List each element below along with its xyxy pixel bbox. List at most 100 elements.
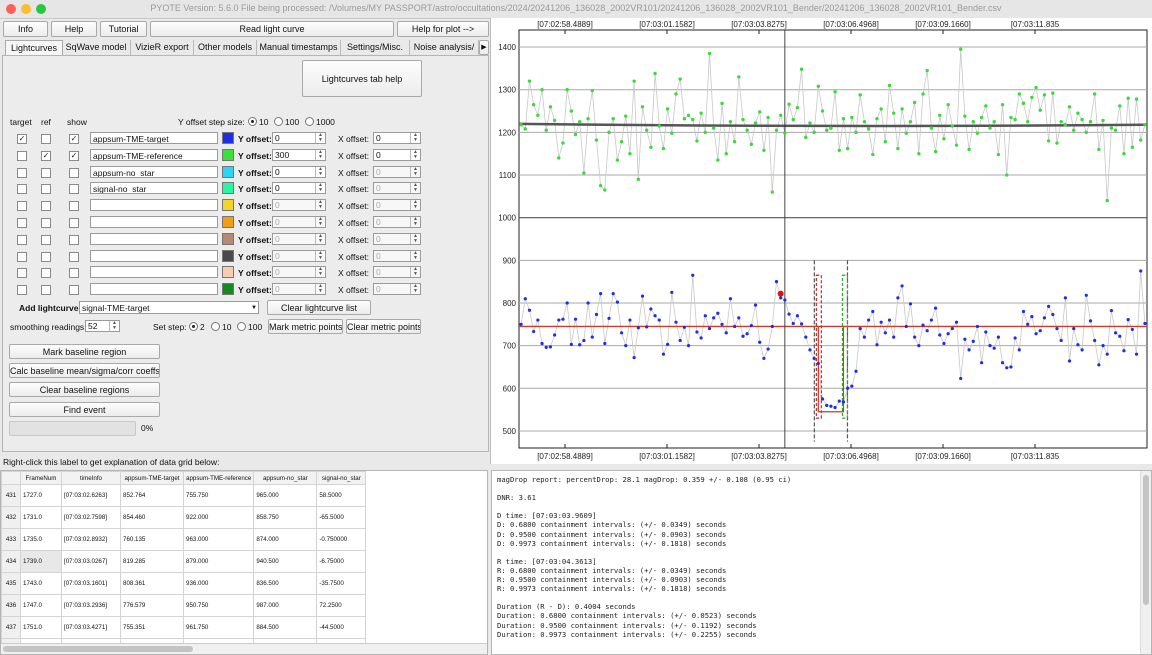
plot-canvas[interactable]: 500 600 700 800 900 1000 1100 1200 1300 1400 [07:0… <box>491 18 1152 464</box>
lightcurve-name-field[interactable]: appsum-no_star <box>90 165 218 178</box>
lightcurves-tab-help-button[interactable]: Lightcurves tab help <box>302 60 422 97</box>
color-swatch[interactable] <box>222 165 234 178</box>
table-row[interactable]: 431 1727.0 [07:03:02.6263] 852.764 755.750 96… <box>1 484 367 507</box>
show-checkbox[interactable] <box>69 285 79 296</box>
stepper-arrows-icon[interactable]: ▲ ▼ <box>315 200 325 211</box>
ref-checkbox[interactable] <box>41 201 51 212</box>
stepper-arrows-icon[interactable]: ▲ ▼ <box>410 183 420 194</box>
stepper-arrows-icon[interactable]: ▲ ▼ <box>410 267 420 278</box>
row-number[interactable]: 436 <box>1 594 21 617</box>
ref-checkbox[interactable] <box>41 184 51 195</box>
table-row[interactable]: 437 1751.0 [07:03:03.4271] 755.351 961.750 88… <box>1 616 367 639</box>
stepper-arrows-icon[interactable]: ▲ ▼ <box>315 217 325 227</box>
ref-checkbox[interactable] <box>41 167 51 178</box>
show-checkbox[interactable] <box>69 251 79 262</box>
show-checkbox[interactable] <box>69 184 79 195</box>
grid-column-header[interactable]: signal-no_star <box>316 471 367 485</box>
show-checkbox[interactable]: ✓ <box>69 150 79 161</box>
y-offset-stepper[interactable]: 0 ▲ ▼ <box>272 132 326 144</box>
stepper-arrows-icon[interactable]: ▲ ▼ <box>315 267 325 278</box>
mark-metric-points-button[interactable]: Mark metric points <box>268 319 343 334</box>
color-swatch[interactable] <box>222 249 234 262</box>
tab-sqwave-model[interactable]: SqWave model <box>62 40 131 55</box>
y-offset-stepper[interactable]: 0 ▲ ▼ <box>272 216 326 228</box>
row-number[interactable]: 437 <box>1 616 21 639</box>
stepper-arrows-icon[interactable]: ▲ ▼ <box>410 166 420 177</box>
x-offset-stepper[interactable]: 0 ▲ ▼ <box>373 283 421 296</box>
y-step-1000-radio[interactable] <box>305 117 314 126</box>
lightcurve-name-field[interactable] <box>90 232 218 245</box>
tab-other-models[interactable]: Other models <box>194 40 257 55</box>
x-offset-stepper[interactable]: 0 ▲ ▼ <box>373 199 421 212</box>
target-checkbox[interactable] <box>17 268 27 279</box>
show-checkbox[interactable] <box>69 167 79 178</box>
row-number[interactable]: 434 <box>1 550 21 573</box>
x-offset-stepper[interactable]: 0 ▲ ▼ <box>373 249 421 262</box>
stepper-arrows-icon[interactable]: ▲ ▼ <box>410 200 420 211</box>
help-button[interactable]: Help <box>51 21 97 37</box>
x-offset-stepper[interactable]: 0 ▲ ▼ <box>373 216 421 228</box>
find-event-button[interactable]: Find event <box>9 402 160 417</box>
ref-checkbox[interactable] <box>41 218 51 228</box>
tab-noise-analysis[interactable]: Noise analysis/ <box>410 40 479 55</box>
table-row[interactable]: 434 1739.0 [07:03:03.0267] 819.285 879.000 94… <box>1 550 367 573</box>
stepper-arrows-icon[interactable]: ▲ ▼ <box>315 149 325 160</box>
mark-baseline-region-button[interactable]: Mark baseline region <box>9 344 160 359</box>
grid-column-header[interactable]: appsum-no_star <box>253 471 318 485</box>
stepper-arrows-icon[interactable]: ▲ ▼ <box>410 217 420 227</box>
ref-checkbox[interactable] <box>41 268 51 279</box>
grid-column-header[interactable]: timeInfo <box>61 471 121 485</box>
color-swatch[interactable] <box>222 266 234 279</box>
y-offset-stepper[interactable]: 0 ▲ ▼ <box>272 249 326 262</box>
color-swatch[interactable] <box>222 216 234 228</box>
y-step-100-radio[interactable] <box>274 117 283 126</box>
clear-metric-points-button[interactable]: Clear metric points <box>346 319 421 334</box>
data-grid[interactable]: FrameNum timeInfo appsum-TME-target appsum-… <box>0 470 488 655</box>
show-checkbox[interactable] <box>69 268 79 279</box>
tab-vizier-export[interactable]: VizieR export <box>131 40 194 55</box>
color-swatch[interactable] <box>222 182 234 195</box>
target-checkbox[interactable] <box>17 150 27 161</box>
stepper-arrows-icon[interactable]: ▲ ▼ <box>410 250 420 261</box>
lightcurve-name-field[interactable] <box>90 216 218 228</box>
report-panel[interactable]: magDrop report: percentDrop: 28.1 magDro… <box>491 470 1152 655</box>
target-checkbox[interactable]: ✓ <box>17 134 27 144</box>
clear-lightcurve-list-button[interactable]: Clear lightcurve list <box>267 300 371 315</box>
target-checkbox[interactable] <box>17 251 27 262</box>
add-lightcurve-dropdown[interactable]: signal-TME-target ▼ <box>79 301 259 314</box>
y-offset-stepper[interactable]: 0 ▲ ▼ <box>272 232 326 245</box>
tutorial-button[interactable]: Tutorial <box>100 21 147 37</box>
ref-checkbox[interactable] <box>41 134 51 144</box>
clear-baseline-regions-button[interactable]: Clear baseline regions <box>9 382 160 397</box>
info-button[interactable]: Info <box>3 21 48 37</box>
table-row[interactable]: 432 1731.0 [07:03:02.7598] 854.460 922.000 85… <box>1 506 367 529</box>
show-checkbox[interactable] <box>69 234 79 245</box>
grid-column-header[interactable]: appsum-TME-reference <box>182 471 255 485</box>
x-offset-stepper[interactable]: 0 ▲ ▼ <box>373 132 421 144</box>
ref-checkbox[interactable] <box>41 251 51 262</box>
x-offset-stepper[interactable]: 0 ▲ ▼ <box>373 232 421 245</box>
set-step-100-radio[interactable] <box>237 322 246 331</box>
stepper-arrows-icon[interactable]: ▲ ▼ <box>315 233 325 244</box>
lightcurve-name-field[interactable] <box>90 266 218 279</box>
target-checkbox[interactable] <box>17 201 27 212</box>
lightcurve-name-field[interactable] <box>90 283 218 296</box>
ref-checkbox[interactable] <box>41 234 51 245</box>
target-checkbox[interactable] <box>17 184 27 195</box>
set-step-2-radio[interactable] <box>189 322 198 331</box>
y-offset-stepper[interactable]: 300 ▲ ▼ <box>272 148 326 161</box>
grid-column-header[interactable]: FrameNum <box>20 471 62 485</box>
x-offset-stepper[interactable]: 0 ▲ ▼ <box>373 165 421 178</box>
y-offset-stepper[interactable]: 0 ▲ ▼ <box>272 182 326 195</box>
y-offset-stepper[interactable]: 0 ▲ ▼ <box>272 199 326 212</box>
lightcurve-name-field[interactable] <box>90 249 218 262</box>
table-row[interactable]: 435 1743.0 [07:03:03.1601] 808.361 936.000 83… <box>1 572 367 595</box>
show-checkbox[interactable]: ✓ <box>69 134 79 144</box>
stepper-arrows-icon[interactable]: ▲ ▼ <box>315 250 325 261</box>
show-checkbox[interactable] <box>69 218 79 228</box>
color-swatch[interactable] <box>222 132 234 144</box>
stepper-arrows-icon[interactable]: ▲ ▼ <box>410 133 420 143</box>
data-grid-table[interactable]: FrameNum timeInfo appsum-TME-target appsum-… <box>1 471 367 654</box>
x-offset-stepper[interactable]: 0 ▲ ▼ <box>373 182 421 195</box>
calc-baseline-button[interactable]: Calc baseline mean/sigma/corr coeffs <box>9 363 160 378</box>
